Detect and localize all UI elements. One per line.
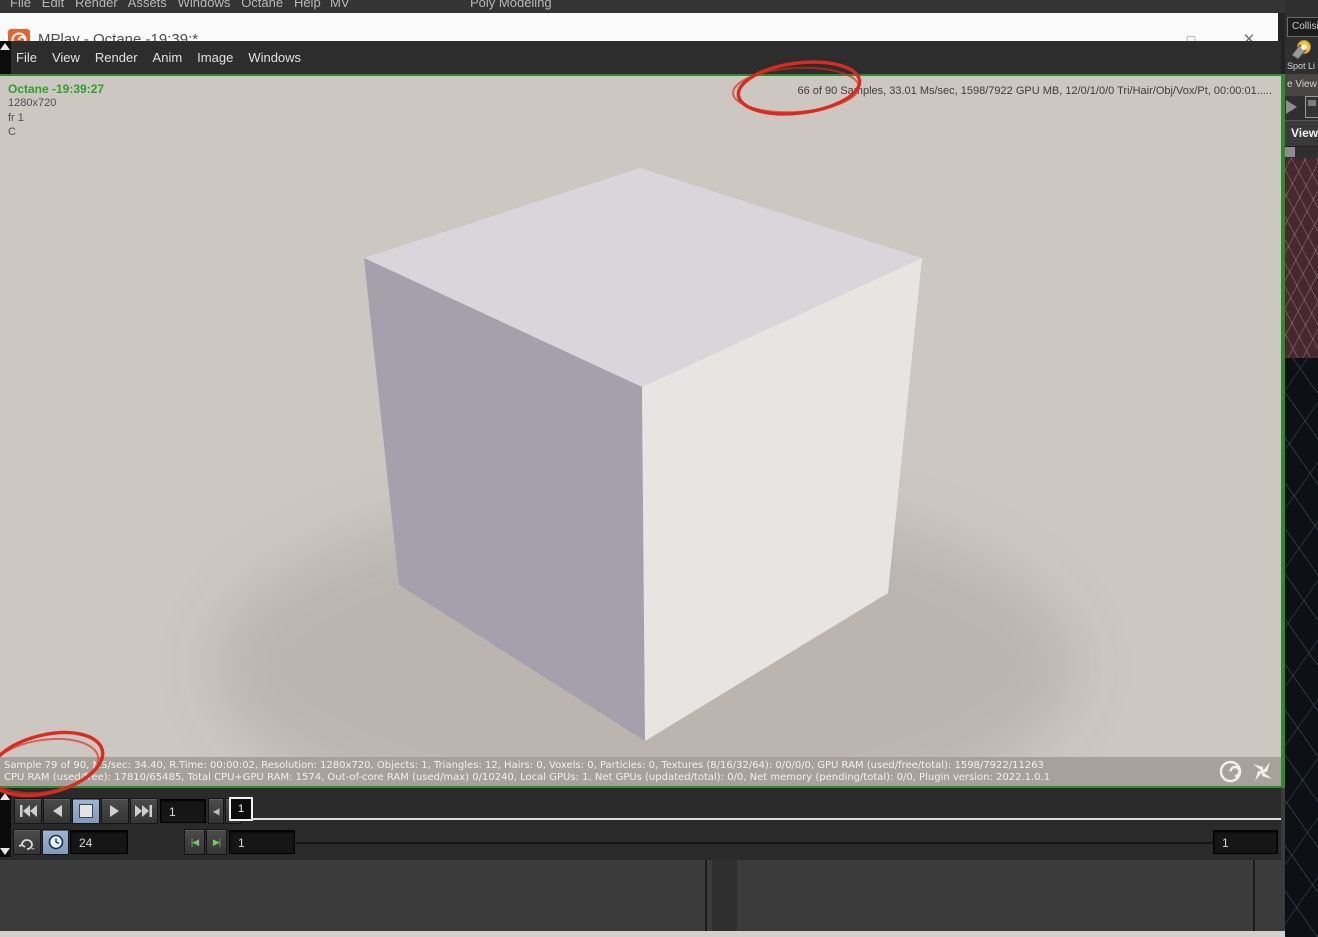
viewport-wireframe xyxy=(1285,358,1318,937)
render-viewport[interactable]: Octane -19:39:27 1280x720 fr 1 C 66 of 9… xyxy=(0,76,1281,757)
houdini-shuriken-icon xyxy=(1253,762,1272,781)
range-start-button[interactable]: |◀ xyxy=(184,829,205,855)
spot-light-label: Spot Li xyxy=(1287,61,1316,71)
clock-icon xyxy=(48,834,63,850)
menu-view[interactable]: View xyxy=(52,50,80,65)
menu-image[interactable]: Image xyxy=(197,50,233,65)
pane-icon-button[interactable] xyxy=(1305,96,1318,118)
cube-render xyxy=(215,168,1075,757)
stop-button[interactable] xyxy=(72,798,100,824)
spot-light-icon[interactable] xyxy=(1289,39,1313,61)
range-end-button[interactable]: ▶| xyxy=(206,829,227,855)
render-progress-text: 66 of 90 Samples, 33.01 Ms/sec, 1598/792… xyxy=(797,85,1272,97)
taskbar-edge xyxy=(0,931,1285,937)
range-start-field[interactable]: 1 xyxy=(229,830,295,854)
houdini-menu-text[interactable]: File Edit Render Assets Windows Octane H… xyxy=(10,0,321,10)
pane-menu-view[interactable]: View xyxy=(1285,120,1318,147)
splitter-down-icon xyxy=(0,848,10,855)
menu-anim[interactable]: Anim xyxy=(153,50,183,65)
splitter-arrow-icon xyxy=(0,43,10,50)
houdini-shelf-label[interactable]: Poly Modeling xyxy=(470,0,552,10)
frame-overlay: fr 1 xyxy=(8,112,24,124)
pane-corner-widget[interactable] xyxy=(1285,147,1295,157)
statistics-line1: Sample 79 of 90, MS/sec: 34.40, R.Time: … xyxy=(4,760,1044,771)
mplay-menubar: File View Render Anim Image Windows xyxy=(0,41,1281,113)
screen: File Edit Render Assets Windows Octane H… xyxy=(0,0,1318,937)
octane-swirl-icon xyxy=(1219,760,1242,783)
play-reverse-button[interactable] xyxy=(43,798,71,824)
fps-field[interactable]: 24 xyxy=(70,830,128,854)
render-statistics-bar: Sample 79 of 90, MS/sec: 34.40, R.Time: … xyxy=(0,757,1281,786)
skip-end-button[interactable] xyxy=(130,798,158,824)
panel-divider[interactable] xyxy=(705,860,707,937)
timeline-top-edge xyxy=(251,818,1281,820)
render-name-overlay: Octane -19:39:27 xyxy=(8,82,105,96)
panel-divider[interactable] xyxy=(1253,860,1255,937)
mplay-titlebar: MPlay - Octane -19:39:* — □ ✕ xyxy=(0,13,1278,51)
viewport-ground-grid xyxy=(1285,158,1318,358)
pane-tab-view[interactable]: e View xyxy=(1285,74,1318,96)
menu-file[interactable]: File xyxy=(16,50,37,65)
loop-mode-button[interactable] xyxy=(13,829,41,855)
realtime-playback-button[interactable] xyxy=(42,829,69,855)
current-frame-field[interactable]: 1 xyxy=(160,799,206,823)
splitter-up-icon xyxy=(0,793,10,800)
pane-splitter-handle[interactable] xyxy=(0,41,11,74)
resolution-overlay: 1280x720 xyxy=(8,97,57,109)
stop-icon xyxy=(79,804,93,818)
menu-render[interactable]: Render xyxy=(95,50,138,65)
houdini-right-panel: Collisio Spot Li e View View xyxy=(1285,0,1318,937)
playbar-splitter-handle[interactable] xyxy=(0,791,11,857)
arrow-right-icon[interactable] xyxy=(1286,100,1297,114)
panel-gutter xyxy=(712,860,737,937)
shelf-tab-collision[interactable]: Collisio xyxy=(1287,17,1318,37)
playbar: 1 ◀| |▶ 1 24 |◀ ▶| 1 1 xyxy=(0,788,1281,860)
plane-overlay: C xyxy=(8,126,16,138)
menu-windows[interactable]: Windows xyxy=(248,50,301,65)
timeline-slider-track[interactable] xyxy=(296,842,1213,844)
play-button[interactable] xyxy=(101,798,129,824)
background-panel xyxy=(0,860,1285,937)
step-back-button[interactable]: ◀| xyxy=(208,798,224,824)
range-end-field[interactable]: 1 xyxy=(1213,830,1278,854)
skip-start-button[interactable] xyxy=(14,798,42,824)
houdini-mv-tab[interactable]: MV xyxy=(330,0,350,10)
timeline-frame-marker[interactable]: 1 xyxy=(229,797,253,821)
statistics-line2: CPU RAM (used/free): 17810/65485, Total … xyxy=(4,772,1051,783)
houdini-menu-strip: File Edit Render Assets Windows Octane H… xyxy=(0,0,1318,14)
